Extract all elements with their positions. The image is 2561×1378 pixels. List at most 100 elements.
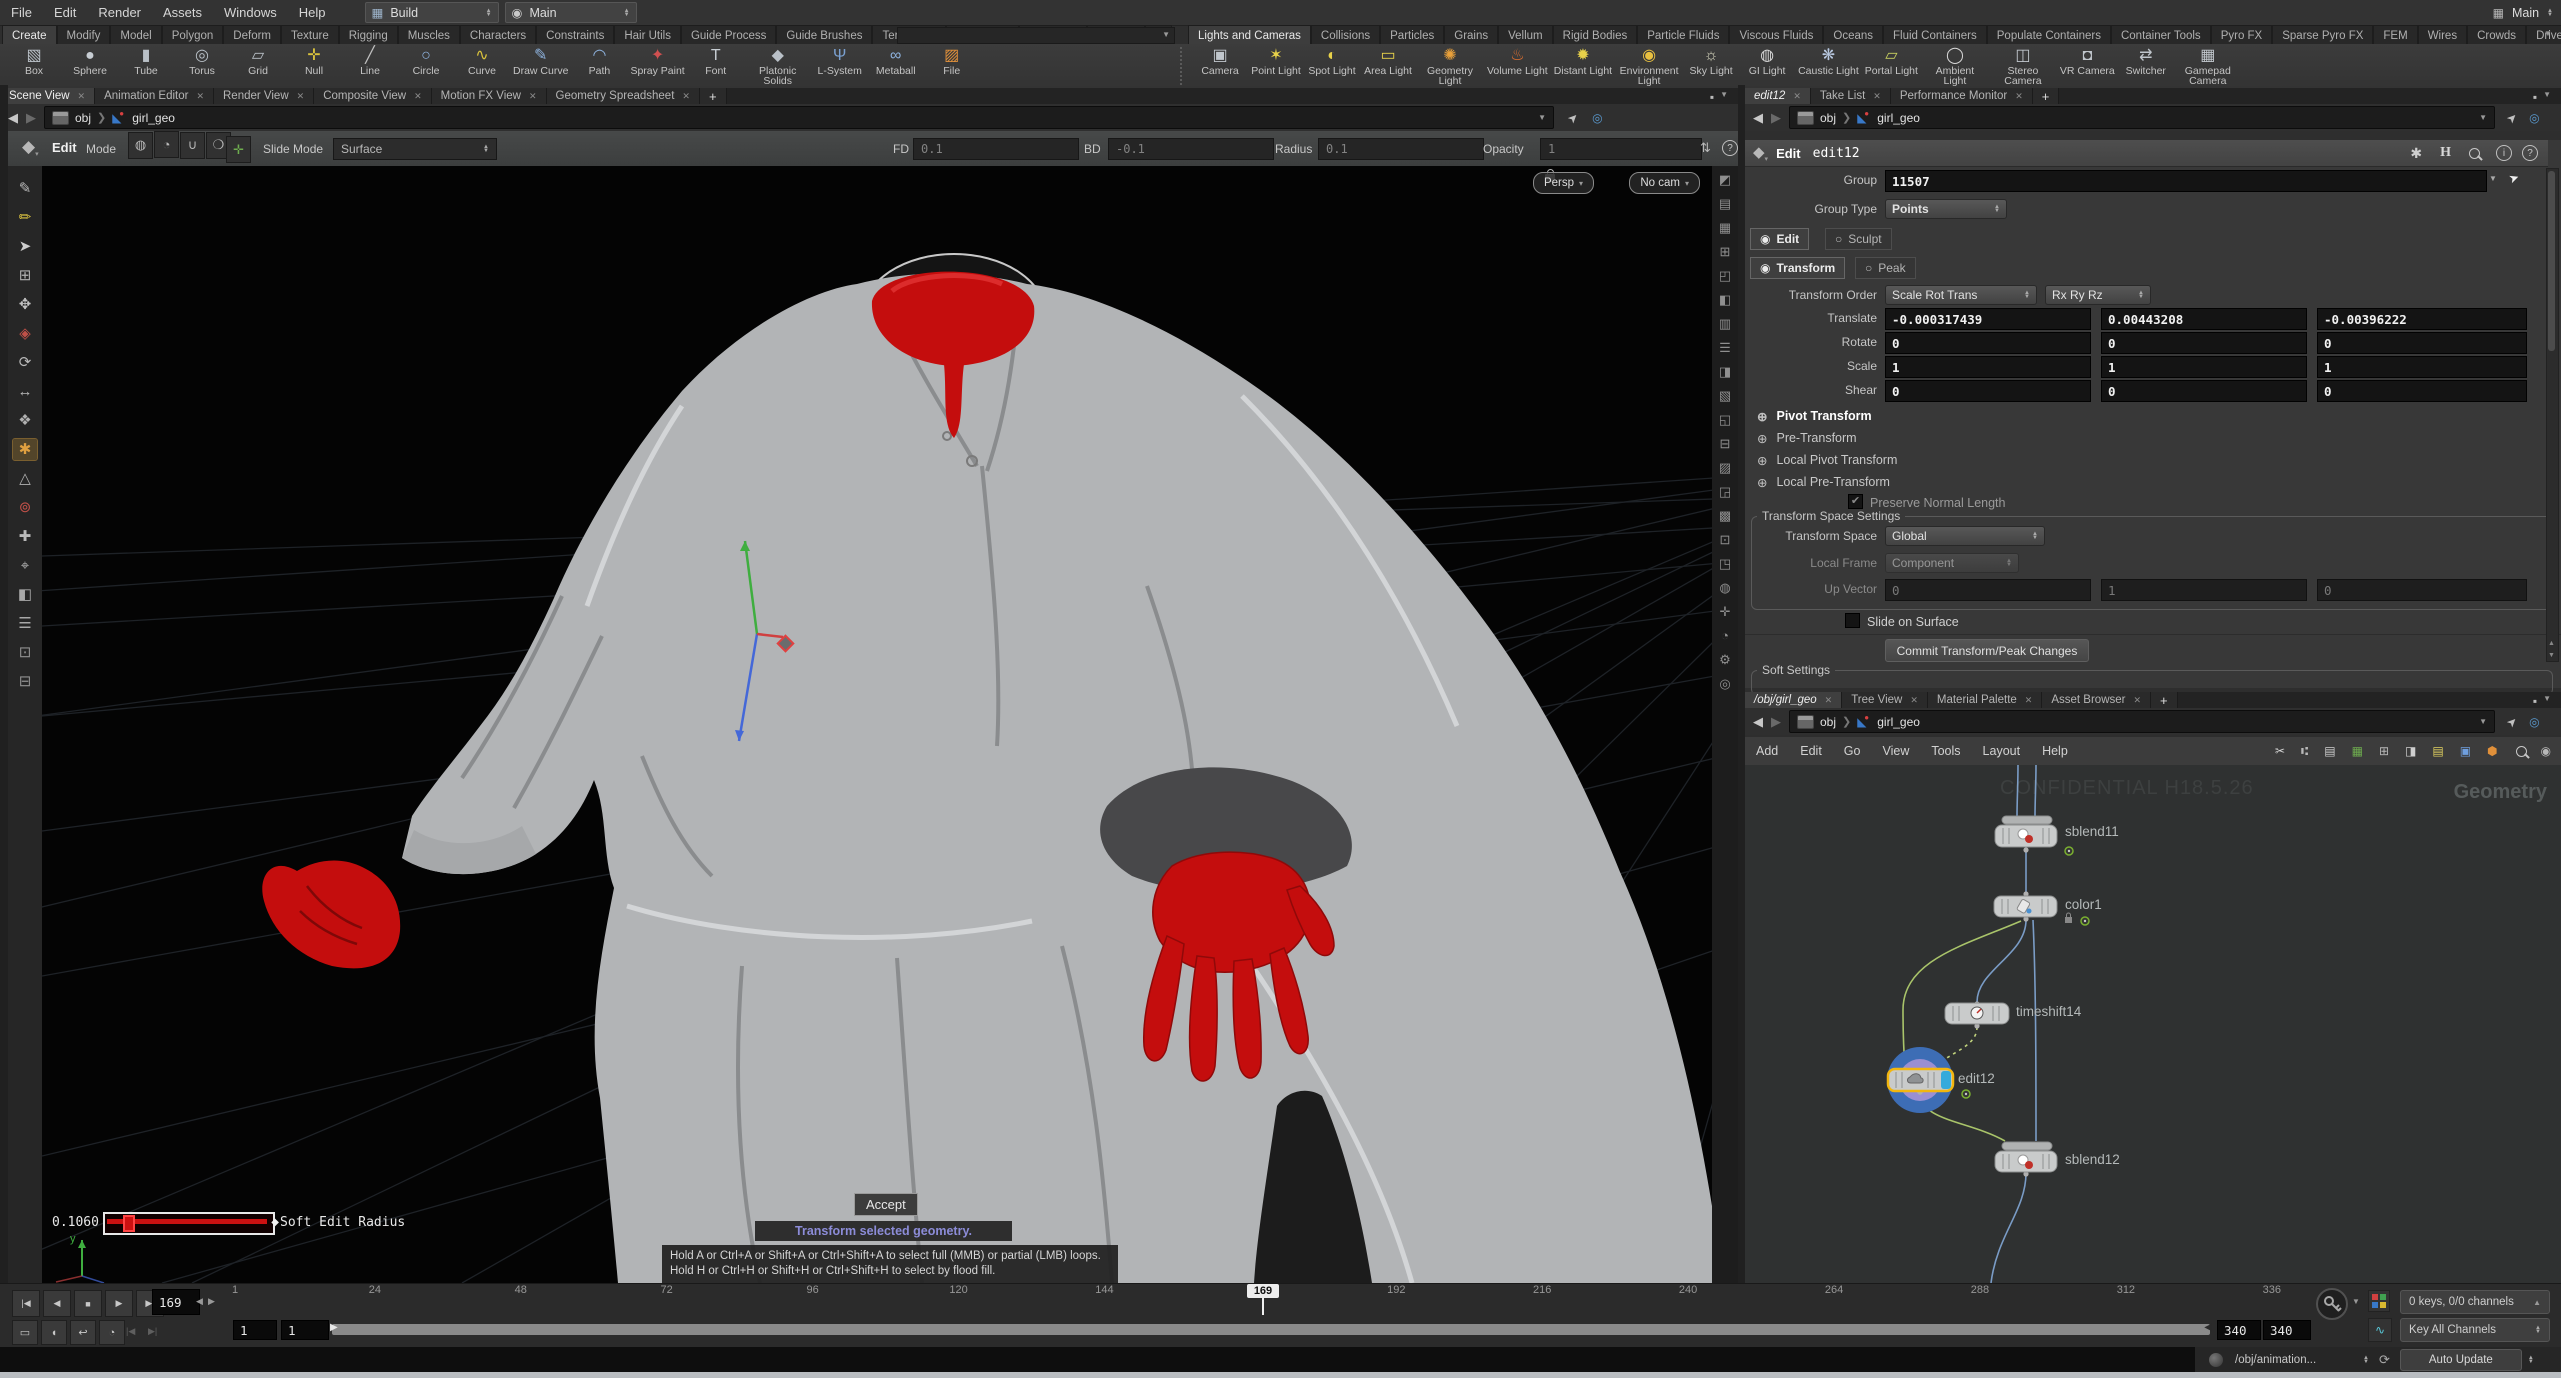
soft-settings-title[interactable]: Soft Settings	[1757, 663, 1836, 677]
scale-x-input[interactable]	[1885, 356, 2091, 378]
shelf-tool-button[interactable]: ◍ GI Light	[1739, 45, 1795, 76]
pane-tab-add-button[interactable]: +	[2032, 88, 2060, 104]
node-label[interactable]: sblend12	[2065, 1152, 2120, 1167]
desktop-build-select[interactable]: ▦ Build ▲ ▼	[364, 2, 499, 23]
scrollbar[interactable]: ▲ ▼	[2546, 168, 2559, 662]
transform-tab[interactable]: ◉ Transform	[1750, 257, 1846, 279]
transport-button[interactable]: ▶	[105, 1290, 133, 1317]
xform-order-dropdown[interactable]: Scale Rot Trans ▲ ▼	[1885, 285, 2037, 305]
shelf-tool-button[interactable]: ♨ Volume Light	[1484, 45, 1551, 76]
status-node-path[interactable]: /obj/animation...	[2235, 1354, 2363, 1366]
shelf-tab[interactable]: Guide Brushes	[776, 25, 873, 45]
scroll-down-icon[interactable]: ▼	[2548, 652, 2555, 659]
close-icon[interactable]: ✕	[414, 91, 422, 102]
chevron-down-icon[interactable]: ▼	[2479, 717, 2487, 726]
pane-tab[interactable]: Performance Monitor ✕	[1890, 88, 2033, 104]
menu-item[interactable]: Help	[288, 5, 337, 20]
search-icon[interactable]	[2515, 745, 2527, 757]
transport-button[interactable]: ◀	[43, 1290, 71, 1317]
network-menu-item[interactable]: View	[1871, 744, 1920, 758]
frame-step-forward-icon[interactable]: ▶	[208, 1296, 215, 1307]
pane-tab[interactable]: Composite View ✕	[314, 88, 432, 104]
menu-item[interactable]: Edit	[43, 5, 87, 20]
translate-x-input[interactable]	[1885, 308, 2091, 330]
back-arrow-icon[interactable]: ◀	[1753, 714, 1763, 730]
pane-tab[interactable]: edit12 ✕	[1745, 88, 1811, 104]
shelf-tool-button[interactable]: ◠ Path	[571, 45, 627, 76]
chevron-down-icon[interactable]: ▼	[2352, 1297, 2360, 1306]
shelf-tab[interactable]: Container Tools	[2110, 25, 2211, 45]
shelf-tab[interactable]: Particle Fluids	[1637, 25, 1730, 45]
back-arrow-icon[interactable]: ◀	[8, 110, 18, 126]
viewport-tool-icon[interactable]: ⌖	[13, 555, 37, 576]
viewport-tool-icon[interactable]: ↔	[13, 381, 37, 402]
shelf-tab[interactable]: Fluid Containers	[1883, 25, 1987, 45]
commit-button[interactable]: Commit Transform/Peak Changes	[1885, 639, 2089, 662]
shelf-tab[interactable]: Pyro FX	[2210, 25, 2273, 45]
playbar-option-button[interactable]: ◔	[99, 1320, 125, 1345]
forward-arrow-icon[interactable]: ▶	[1771, 714, 1781, 730]
shelf-tool-button[interactable]: ◘ VR Camera	[2057, 45, 2118, 76]
viewport-tool-icon[interactable]: ✚	[13, 526, 37, 547]
node-label[interactable]: color1	[2065, 897, 2102, 912]
translate-y-input[interactable]	[2101, 308, 2307, 330]
collapsed-section-header[interactable]: ⊕ Pre-Transform	[1757, 428, 1857, 448]
edit-state-icon[interactable]: ◆▾	[22, 137, 39, 158]
goto-range-start-icon[interactable]: |◀	[126, 1326, 135, 1337]
group-type-dropdown[interactable]: Points ▲ ▼	[1885, 199, 2007, 219]
accept-button[interactable]: Accept	[854, 1193, 918, 1216]
network-menu-item[interactable]: Add	[1745, 744, 1789, 758]
rotate-z-input[interactable]	[2317, 332, 2527, 354]
pane-maximize-icon[interactable]: ▪	[1710, 90, 1714, 104]
scroll-up-icon[interactable]: ▲	[2548, 640, 2555, 647]
node-name-field[interactable]: edit12	[1813, 146, 1860, 161]
key-all-channels-dropdown[interactable]: Key All Channels ▲ ▼	[2400, 1318, 2550, 1342]
color-grid-icon[interactable]	[2368, 1290, 2390, 1312]
transform-space-dropdown[interactable]: Global ▲ ▼	[1885, 526, 2045, 546]
shelf-tool-button[interactable]: ∞ Metaball	[868, 45, 924, 76]
display-option-icon[interactable]: ▩	[1719, 508, 1731, 527]
shelf-tool-button[interactable]: ▨ File	[924, 45, 980, 76]
shelf-tab[interactable]: Hair Utils	[614, 25, 681, 45]
transport-button[interactable]: ■	[74, 1290, 102, 1317]
shelf-tool-button[interactable]: ✎ Draw Curve	[510, 45, 571, 76]
viewport-tool-icon[interactable]: ✱	[12, 438, 38, 461]
shelf-tab[interactable]: Oceans	[1823, 25, 1884, 45]
shelf-tool-button[interactable]: ▮ Tube	[118, 45, 174, 76]
houdini-help-icon[interactable]: H	[2440, 145, 2451, 161]
rotate-x-input[interactable]	[1885, 332, 2091, 354]
shelf-tab[interactable]: Vellum	[1498, 25, 1553, 45]
viewport-tool-icon[interactable]: ☰	[13, 613, 37, 634]
edit-mode-tab[interactable]: ◉ Edit	[1750, 228, 1810, 250]
network-menu-item[interactable]: Tools	[1920, 744, 1971, 758]
collapsed-section-header[interactable]: ⊕ Local Pivot Transform	[1757, 450, 1897, 470]
shelf-tool-button[interactable]: ❋ Caustic Light	[1795, 45, 1862, 76]
network-editor[interactable]: CONFIDENTIAL H18.5.26 Geometry sblend11 …	[1745, 765, 2561, 1283]
playhead-flag[interactable]: 169	[1247, 1284, 1279, 1298]
list-icon[interactable]: ▤	[2324, 744, 2335, 758]
shelf-tool-button[interactable]: ◎ Torus	[174, 45, 230, 76]
display-option-icon[interactable]: ◲	[1719, 484, 1731, 503]
close-icon[interactable]: ✕	[1910, 695, 1918, 706]
collapsed-section-header[interactable]: ⊕ Local Pre-Transform	[1757, 472, 1890, 492]
pane-tab-add-button[interactable]: +	[699, 88, 727, 104]
shelf-tab[interactable]: Muscles	[397, 25, 460, 45]
rotate-y-input[interactable]	[2101, 332, 2307, 354]
shelf-tool-button[interactable]: ⇄ Switcher	[2118, 45, 2174, 76]
scale-z-input[interactable]	[2317, 356, 2527, 378]
tree-icon[interactable]: ⑆	[2301, 744, 2308, 758]
shelf-tool-button[interactable]: ▭ Area Light	[1360, 45, 1416, 76]
goto-range-end-icon[interactable]: ▶|	[148, 1326, 157, 1337]
pane-tab[interactable]: Render View ✕	[214, 88, 315, 104]
pane-tab[interactable]: Material Palette ✕	[1927, 692, 2043, 708]
shelf-dropdown-field[interactable]: ▼	[897, 27, 1175, 44]
shelf-tool-button[interactable]: ▱ Portal Light	[1862, 45, 1921, 76]
pane-tab[interactable]: Scene View ✕	[0, 88, 96, 104]
chevron-down-icon[interactable]: ▼	[2479, 113, 2487, 122]
pin-icon[interactable]: ➤	[2504, 109, 2521, 126]
display-option-icon[interactable]: ◳	[1719, 556, 1731, 575]
display-option-icon[interactable]: ▥	[1719, 316, 1731, 335]
menu-item[interactable]: Assets	[152, 5, 213, 20]
close-icon[interactable]: ✕	[2015, 91, 2023, 102]
shelf-tool-button[interactable]: ✦ Spray Paint	[627, 45, 687, 76]
